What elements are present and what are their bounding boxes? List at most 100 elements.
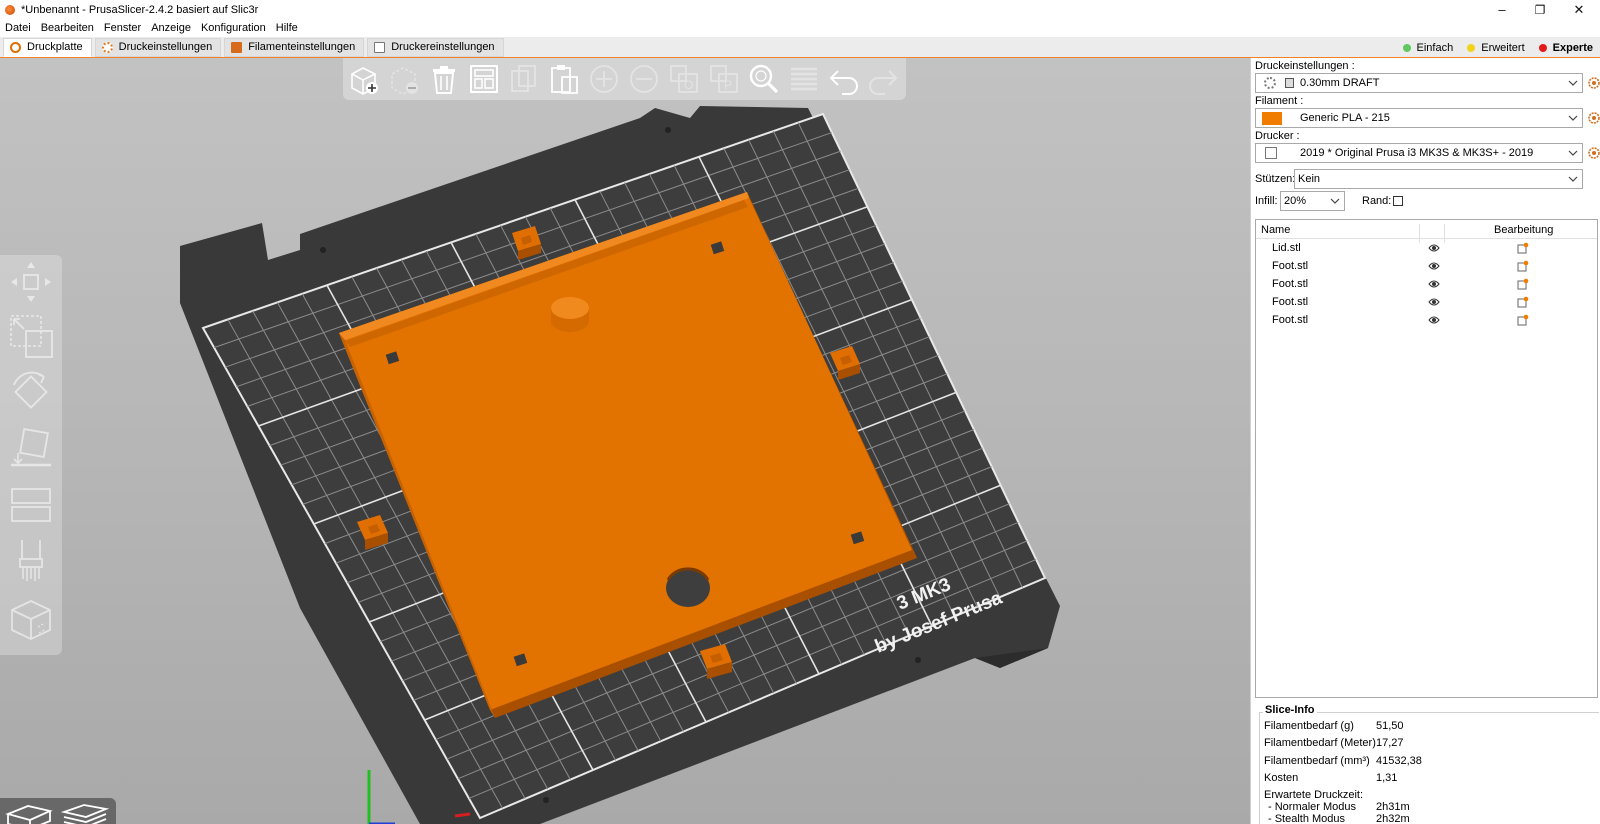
filament-edit-icon[interactable] — [1587, 111, 1600, 125]
slice-info-value: 51,50 — [1376, 720, 1404, 732]
menu-hilfe[interactable]: Hilfe — [271, 22, 303, 34]
menu-datei[interactable]: Datei — [0, 22, 36, 34]
list-item[interactable]: Foot.stl — [1256, 257, 1597, 275]
arrange-button[interactable] — [467, 60, 502, 98]
3d-viewport[interactable]: 3 MK3 by Josef Prusa O P — [0, 58, 1250, 824]
printer-edit-icon[interactable] — [1587, 146, 1600, 160]
cube-icon — [11, 600, 51, 640]
delete-icon — [391, 67, 419, 95]
eye-icon[interactable] — [1428, 261, 1440, 271]
list-item[interactable]: Foot.stl — [1256, 293, 1597, 311]
brim-checkbox[interactable] — [1393, 196, 1403, 206]
move-button[interactable] — [6, 257, 56, 307]
edit-object-icon[interactable] — [1517, 314, 1529, 326]
layers-editing-button[interactable] — [786, 60, 821, 98]
printer-label: Drucker : — [1255, 130, 1300, 142]
mode-erweitert[interactable]: Erweitert — [1460, 42, 1531, 54]
list-item[interactable]: Foot.stl — [1256, 311, 1597, 329]
title-bar: *Unbenannt - PrusaSlicer-2.4.2 basiert a… — [0, 0, 1600, 19]
edit-object-icon[interactable] — [1517, 260, 1529, 272]
place-on-face-button[interactable] — [6, 423, 56, 473]
slice-info-key: Erwartete Druckzeit: — [1264, 789, 1364, 801]
split-objects-button[interactable]: O — [666, 60, 701, 98]
support-painting-button[interactable] — [6, 535, 56, 585]
3d-scene[interactable]: 3 MK3 by Josef Prusa — [0, 58, 1250, 824]
scale-icon — [10, 315, 53, 358]
object-name: Foot.stl — [1272, 314, 1309, 326]
edit-object-icon[interactable] — [1517, 296, 1529, 308]
view-mode-toggle — [0, 798, 116, 824]
split-parts-button[interactable]: P — [706, 60, 741, 98]
tab-filamenteinstellungen[interactable]: Filamenteinstellungen — [224, 37, 365, 57]
tab-label: Druckplatte — [27, 41, 83, 53]
preview-layers-icon[interactable] — [60, 801, 110, 824]
eye-icon[interactable] — [1428, 279, 1440, 289]
slice-info-value: 41532,38 — [1376, 755, 1422, 767]
infill-label: Infill: — [1255, 195, 1278, 207]
print-settings-combo[interactable]: 0.30mm DRAFT — [1255, 73, 1583, 93]
filament-combo[interactable]: Generic PLA - 215 — [1255, 108, 1583, 128]
add-button[interactable] — [347, 60, 382, 98]
add-instance-button[interactable] — [587, 60, 622, 98]
mode-experte[interactable]: Experte — [1532, 42, 1600, 54]
slice-info-title: Slice-Info — [1263, 704, 1317, 716]
seam-painting-button[interactable] — [6, 595, 56, 645]
add-instance-icon — [590, 65, 618, 93]
undo-button[interactable] — [826, 60, 861, 98]
svg-text:P: P — [724, 78, 732, 92]
3d-view-icon[interactable] — [4, 801, 54, 824]
mode-einfach[interactable]: Einfach — [1396, 42, 1461, 54]
chevron-down-icon — [1568, 113, 1578, 123]
menu-anzeige[interactable]: Anzeige — [146, 22, 196, 34]
delete-all-button[interactable] — [427, 60, 462, 98]
slice-info-key: Filamentbedarf (g) — [1264, 720, 1354, 732]
column-name-header[interactable]: Name — [1261, 224, 1290, 236]
redo-button[interactable] — [866, 60, 901, 98]
object-name: Foot.stl — [1272, 260, 1309, 272]
column-edit-header[interactable]: Bearbeitung — [1494, 224, 1553, 236]
copy-button[interactable] — [507, 60, 542, 98]
paste-button[interactable] — [547, 60, 582, 98]
tab-bar: Druckplatte Druckeinstellungen Filamente… — [0, 37, 1600, 58]
edit-object-icon[interactable] — [1517, 278, 1529, 290]
menu-fenster[interactable]: Fenster — [99, 22, 146, 34]
top-toolbar: O P — [343, 58, 906, 100]
infill-combo[interactable]: 20% — [1280, 191, 1345, 211]
paint-brush-icon — [19, 540, 43, 581]
maximize-button[interactable]: ❐ — [1522, 0, 1558, 19]
printer-combo[interactable]: 2019 * Original Prusa i3 MK3S & MK3S+ - … — [1255, 143, 1583, 163]
left-toolbar — [0, 255, 62, 655]
edit-object-icon[interactable] — [1517, 242, 1529, 254]
tab-druckplatte[interactable]: Druckplatte — [3, 37, 92, 57]
split-parts-icon: P — [709, 65, 738, 93]
supports-combo[interactable]: Kein — [1294, 169, 1583, 189]
eye-icon[interactable] — [1428, 243, 1440, 253]
eye-icon[interactable] — [1428, 315, 1440, 325]
plater-icon — [10, 41, 21, 53]
slice-info-key: - Normaler Modus — [1268, 801, 1357, 813]
eye-icon[interactable] — [1428, 297, 1440, 307]
tab-druckereinstellungen[interactable]: Druckereinstellungen — [367, 37, 504, 57]
list-item[interactable]: Lid.stl — [1256, 239, 1597, 257]
menu-konfiguration[interactable]: Konfiguration — [196, 22, 271, 34]
remove-instance-button[interactable] — [626, 60, 661, 98]
supports-label: Stützen: — [1255, 173, 1296, 185]
scale-button[interactable] — [6, 311, 56, 361]
close-button[interactable]: ✕ — [1561, 0, 1597, 19]
search-button[interactable] — [746, 60, 781, 98]
slice-info-key: Filamentbedarf (Meter) — [1264, 737, 1376, 749]
list-item[interactable]: Foot.stl — [1256, 275, 1597, 293]
tab-druckeinstellungen[interactable]: Druckeinstellungen — [94, 37, 222, 57]
arrange-icon — [470, 65, 499, 93]
rotate-button[interactable] — [6, 367, 56, 417]
minimize-button[interactable]: – — [1484, 0, 1520, 19]
cut-button[interactable] — [6, 479, 56, 529]
menu-bearbeiten[interactable]: Bearbeiten — [36, 22, 99, 34]
mode-dot-icon — [1467, 43, 1476, 52]
delete-button[interactable] — [387, 60, 422, 98]
print-settings-label: Druckeinstellungen : — [1255, 60, 1355, 72]
lock-icon — [1285, 78, 1294, 88]
undo-icon — [829, 70, 858, 95]
print-settings-edit-icon[interactable] — [1587, 76, 1600, 90]
object-list-header: Name Bearbeitung — [1256, 220, 1597, 243]
